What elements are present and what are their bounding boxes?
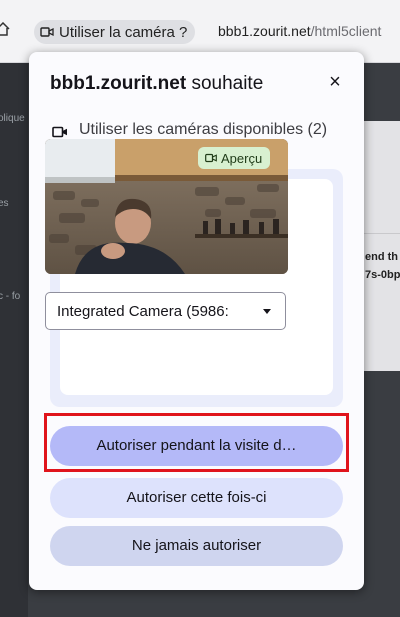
- background-text: es: [0, 198, 9, 209]
- popup-title-suffix: souhaite: [191, 73, 264, 94]
- camera-icon: [205, 153, 217, 163]
- background-divider: [363, 233, 400, 234]
- camera-select-value: Integrated Camera (5986:: [57, 303, 229, 320]
- permission-chip-label: Utiliser la caméra ?: [59, 23, 188, 41]
- camera-icon: [40, 27, 54, 37]
- allow-once-button[interactable]: Autoriser cette fois-ci: [50, 478, 343, 518]
- camera-select[interactable]: Integrated Camera (5986:: [45, 292, 286, 330]
- background-sidebar: [0, 63, 28, 617]
- background-text: 7s-0bp: [365, 269, 400, 281]
- popup-site: bbb1.zourit.net: [50, 73, 187, 94]
- home-icon[interactable]: [0, 22, 10, 36]
- camera-icon: [52, 126, 67, 138]
- background-text: c - fo: [0, 291, 21, 302]
- close-button[interactable]: ×: [324, 71, 346, 93]
- close-icon: ×: [329, 71, 341, 93]
- preview-badge-label: Aperçu: [221, 150, 263, 166]
- allow-during-visit-button[interactable]: Autoriser pendant la visite d…: [50, 426, 343, 466]
- background-text: end th: [365, 251, 398, 263]
- url-domain: bbb1.zourit.net: [218, 23, 311, 39]
- popup-title: bbb1.zourit.net souhaite: [50, 73, 263, 95]
- never-allow-button[interactable]: Ne jamais autoriser: [50, 526, 343, 566]
- url-path: /html5client: [310, 23, 382, 39]
- background-text: olique: [0, 113, 25, 124]
- camera-permission-chip[interactable]: Utiliser la caméra ?: [34, 20, 196, 44]
- url-text[interactable]: bbb1.zourit.net/html5client: [218, 23, 381, 39]
- permission-text: Utiliser les caméras disponibles (2): [79, 121, 328, 138]
- preview-badge: Aperçu: [198, 147, 271, 169]
- background-panel: [363, 121, 400, 371]
- chevron-down-icon: [263, 309, 271, 314]
